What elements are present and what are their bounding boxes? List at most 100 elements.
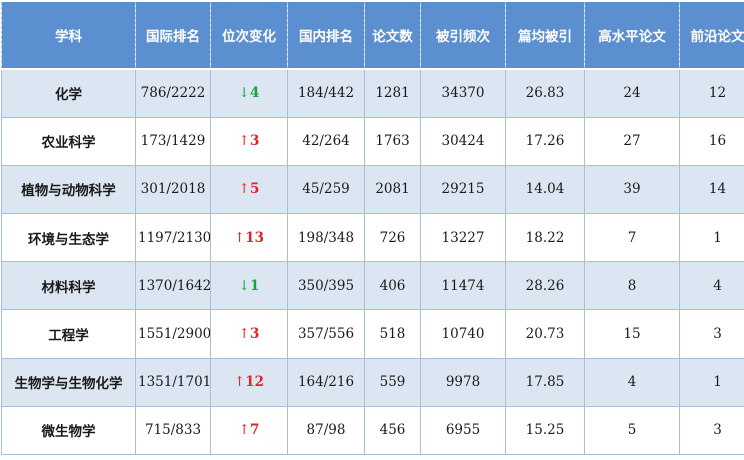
cell-domestic-rank: 198/348 — [288, 214, 365, 262]
cell-subject: 生物学与生物化学 — [2, 358, 136, 406]
cell-papers: 406 — [365, 262, 421, 310]
cell-domestic-rank: 87/98 — [288, 406, 365, 454]
table-header: 学科 国际排名 位次变化 国内排名 论文数 被引频次 篇均被引 高水平论文 前沿… — [2, 2, 744, 70]
arrow-up-icon: ↑ — [239, 181, 250, 197]
rank-change-value: 7 — [250, 422, 259, 438]
table-row: 农业科学173/1429↑342/26417633042417.262716 — [2, 117, 744, 165]
cell-rank-change: ↑7 — [211, 406, 288, 454]
cell-high-level-papers: 5 — [585, 406, 680, 454]
header-row: 学科 国际排名 位次变化 国内排名 论文数 被引频次 篇均被引 高水平论文 前沿… — [2, 2, 744, 70]
cell-papers: 456 — [365, 406, 421, 454]
cell-high-level-papers: 15 — [585, 310, 680, 358]
cell-intl-rank: 301/2018 — [136, 165, 211, 213]
arrow-up-icon: ↑ — [239, 422, 250, 438]
cell-citations: 34370 — [421, 69, 506, 117]
cell-frontier-papers: 1 — [680, 358, 744, 406]
arrow-down-icon: ↓ — [239, 85, 250, 101]
header-avg-citations: 篇均被引 — [506, 2, 585, 70]
cell-subject: 微生物学 — [2, 406, 136, 454]
cell-intl-rank: 786/2222 — [136, 69, 211, 117]
cell-avg-citations: 14.04 — [506, 165, 585, 213]
cell-frontier-papers: 3 — [680, 406, 744, 454]
cell-frontier-papers: 16 — [680, 117, 744, 165]
cell-frontier-papers: 14 — [680, 165, 744, 213]
rank-change-value: 3 — [250, 326, 259, 342]
rank-up-indicator: ↑3 — [239, 133, 260, 149]
table-row: 化学786/2222↓4184/44212813437026.832412 — [2, 69, 744, 117]
cell-intl-rank: 1551/2900 — [136, 310, 211, 358]
subject-ranking-table: 学科 国际排名 位次变化 国内排名 论文数 被引频次 篇均被引 高水平论文 前沿… — [1, 1, 744, 455]
cell-domestic-rank: 357/556 — [288, 310, 365, 358]
cell-avg-citations: 15.25 — [506, 406, 585, 454]
cell-rank-change: ↓1 — [211, 262, 288, 310]
cell-intl-rank: 1351/1701 — [136, 358, 211, 406]
rank-down-indicator: ↓4 — [239, 85, 260, 101]
rank-up-indicator: ↑12 — [234, 374, 264, 390]
table-row: 材料科学1370/1642↓1350/3954061147428.2684 — [2, 262, 744, 310]
cell-avg-citations: 18.22 — [506, 214, 585, 262]
cell-high-level-papers: 39 — [585, 165, 680, 213]
rank-up-indicator: ↑3 — [239, 326, 260, 342]
cell-rank-change: ↑12 — [211, 358, 288, 406]
table-row: 工程学1551/2900↑3357/5565181074020.73153 — [2, 310, 744, 358]
cell-rank-change: ↑3 — [211, 310, 288, 358]
ranking-table-container: 学科 国际排名 位次变化 国内排名 论文数 被引频次 篇均被引 高水平论文 前沿… — [1, 1, 743, 457]
cell-papers: 2081 — [365, 165, 421, 213]
cell-citations: 13227 — [421, 214, 506, 262]
header-subject: 学科 — [2, 2, 136, 70]
cell-frontier-papers: 3 — [680, 310, 744, 358]
arrow-up-icon: ↑ — [239, 133, 250, 149]
arrow-up-icon: ↑ — [239, 326, 250, 342]
header-intl-rank: 国际排名 — [136, 2, 211, 70]
arrow-up-icon: ↑ — [234, 230, 245, 246]
arrow-up-icon: ↑ — [234, 374, 245, 390]
header-citations: 被引频次 — [421, 2, 506, 70]
cell-high-level-papers: 7 — [585, 214, 680, 262]
cell-high-level-papers: 27 — [585, 117, 680, 165]
cell-rank-change: ↓4 — [211, 69, 288, 117]
cell-papers: 518 — [365, 310, 421, 358]
cell-intl-rank: 1197/2130 — [136, 214, 211, 262]
cell-frontier-papers: 1 — [680, 214, 744, 262]
rank-up-indicator: ↑5 — [239, 181, 260, 197]
cell-high-level-papers: 4 — [585, 358, 680, 406]
table-body: 化学786/2222↓4184/44212813437026.832412农业科… — [2, 69, 744, 455]
cell-frontier-papers: 12 — [680, 69, 744, 117]
rank-change-value: 5 — [250, 181, 259, 197]
header-high-level-papers: 高水平论文 — [585, 2, 680, 70]
cell-citations: 9978 — [421, 358, 506, 406]
cell-papers: 1281 — [365, 69, 421, 117]
cell-citations: 10740 — [421, 310, 506, 358]
table-row: 微生物学715/833↑787/98456695515.2553 — [2, 406, 744, 454]
rank-up-indicator: ↑7 — [239, 422, 260, 438]
rank-change-value: 3 — [250, 133, 259, 149]
cell-citations: 29215 — [421, 165, 506, 213]
header-papers: 论文数 — [365, 2, 421, 70]
cell-avg-citations: 17.85 — [506, 358, 585, 406]
cell-subject: 环境与生态学 — [2, 214, 136, 262]
table-row: 环境与生态学1197/2130↑13198/3487261322718.2271 — [2, 214, 744, 262]
cell-papers: 1763 — [365, 117, 421, 165]
cell-avg-citations: 17.26 — [506, 117, 585, 165]
header-frontier-papers: 前沿论文 — [680, 2, 744, 70]
cell-subject: 工程学 — [2, 310, 136, 358]
cell-avg-citations: 28.26 — [506, 262, 585, 310]
cell-rank-change: ↑5 — [211, 165, 288, 213]
rank-change-value: 4 — [250, 85, 259, 101]
cell-avg-citations: 20.73 — [506, 310, 585, 358]
cell-subject: 化学 — [2, 69, 136, 117]
table-row: 生物学与生物化学1351/1701↑12164/216559997817.854… — [2, 358, 744, 406]
cell-subject: 植物与动物科学 — [2, 165, 136, 213]
cell-rank-change: ↑13 — [211, 214, 288, 262]
arrow-down-icon: ↓ — [239, 278, 250, 294]
cell-high-level-papers: 8 — [585, 262, 680, 310]
cell-high-level-papers: 24 — [585, 69, 680, 117]
cell-subject: 农业科学 — [2, 117, 136, 165]
cell-domestic-rank: 42/264 — [288, 117, 365, 165]
cell-frontier-papers: 4 — [680, 262, 744, 310]
rank-change-value: 12 — [245, 374, 264, 390]
cell-intl-rank: 173/1429 — [136, 117, 211, 165]
cell-citations: 6955 — [421, 406, 506, 454]
rank-down-indicator: ↓1 — [239, 278, 260, 294]
cell-papers: 726 — [365, 214, 421, 262]
